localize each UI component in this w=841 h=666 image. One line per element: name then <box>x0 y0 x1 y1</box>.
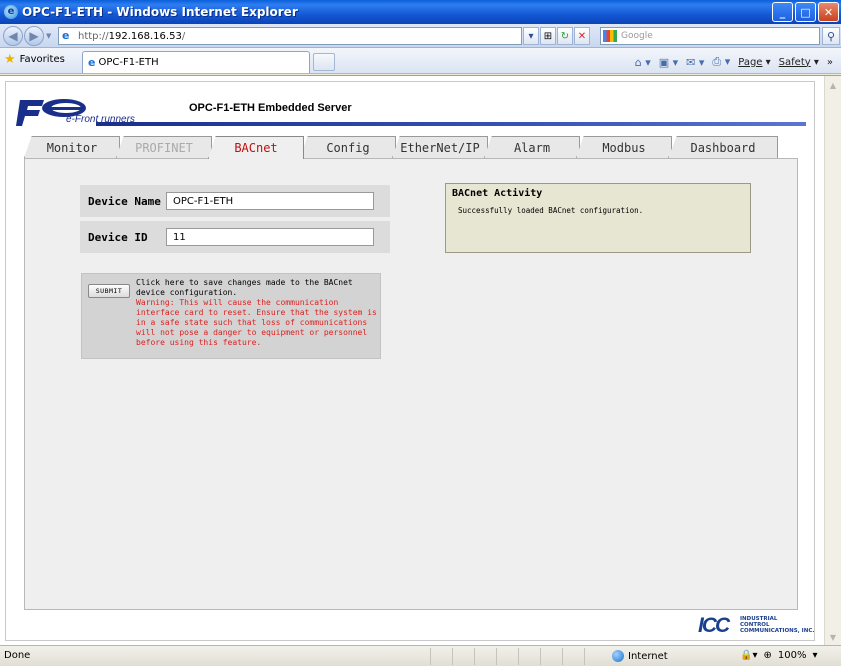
header-divider <box>96 122 806 126</box>
feeds-icon[interactable]: ▣ ▾ <box>659 56 678 69</box>
window-title: OPC-F1-ETH - Windows Internet Explorer <box>22 5 298 19</box>
window-title-bar: e OPC-F1-ETH - Windows Internet Explorer… <box>0 0 841 24</box>
back-arrow-icon: ◀ <box>8 29 18 43</box>
activity-box: BACnet Activity Successfully loaded BACn… <box>445 183 751 253</box>
tab-bacnet[interactable]: BACnet <box>208 136 304 159</box>
page-header: e-Front runners OPC-F1-ETH Embedded Serv… <box>16 94 806 130</box>
magnifier-icon: ⚲ <box>826 29 836 43</box>
url-dropdown-icon[interactable]: ▾ <box>523 27 539 45</box>
zone-label: Internet <box>628 650 668 662</box>
tab-monitor[interactable]: Monitor <box>24 136 120 158</box>
safety-menu[interactable]: Safety ▾ <box>779 57 819 68</box>
tab-config[interactable]: Config <box>300 136 396 158</box>
page-icon: e <box>62 29 70 42</box>
compatibility-icon[interactable]: ⊞ <box>540 27 556 45</box>
favorites-bar: ★ Favorites e OPC-F1-ETH ⌂ ▾ ▣ ▾ ✉ ▾ ⎙ ▾… <box>0 48 841 74</box>
activity-title: BACnet Activity <box>452 188 543 199</box>
tab-ethernet-ip[interactable]: EtherNet/IP <box>392 136 488 158</box>
url-input[interactable]: e http://192.168.16.53/ <box>58 27 522 45</box>
refresh-icon[interactable]: ↻ <box>557 27 573 45</box>
stop-icon[interactable]: ✕ <box>574 27 590 45</box>
zoom-dropdown-icon[interactable]: ▾ <box>812 650 817 661</box>
icc-logo: ICC INDUSTRIAL CONTROL COMMUNICATIONS, I… <box>698 612 818 638</box>
warning-text: Warning: This will cause the communicati… <box>136 298 377 347</box>
close-button[interactable]: ✕ <box>818 2 839 22</box>
vertical-scrollbar[interactable]: ▲ ▼ <box>824 76 841 646</box>
google-icon <box>603 30 617 42</box>
new-tab-button[interactable] <box>313 53 335 71</box>
page-viewport: e-Front runners OPC-F1-ETH Embedded Serv… <box>0 75 841 646</box>
url-text: http://192.168.16.53/ <box>78 30 186 42</box>
maximize-button[interactable]: □ <box>795 2 816 22</box>
tab-profinet: PROFINET <box>116 136 212 158</box>
bacnet-panel: Device Name Device ID SUBMIT Click here … <box>24 158 798 610</box>
mail-icon[interactable]: ✉ ▾ <box>686 56 704 69</box>
device-name-label: Device Name <box>88 194 161 208</box>
page-title: OPC-F1-ETH Embedded Server <box>189 102 352 114</box>
zoom-control[interactable]: 🔒▾ ⊕ 100% ▾ <box>740 650 818 661</box>
forward-button[interactable]: ▶ <box>24 26 44 46</box>
device-id-row: Device ID <box>80 221 390 253</box>
device-id-label: Device ID <box>88 230 148 244</box>
icc-logo-mark: ICC <box>698 614 730 637</box>
search-input[interactable]: Google <box>600 27 820 45</box>
device-id-input[interactable] <box>166 228 374 246</box>
browser-tab-title: OPC-F1-ETH <box>98 57 159 68</box>
submit-button[interactable]: SUBMIT <box>88 284 130 298</box>
status-bar: Done Internet 🔒▾ ⊕ 100% ▾ <box>0 645 841 666</box>
chevron-icon[interactable]: » <box>827 57 833 68</box>
submit-panel: SUBMIT Click here to save changes made t… <box>81 273 381 359</box>
search-button[interactable]: ⚲ <box>822 27 840 45</box>
device-name-row: Device Name <box>80 185 390 217</box>
zoom-icon: ⊕ <box>763 650 772 661</box>
submit-description: Click here to save changes made to the B… <box>136 278 380 348</box>
url-controls: ▾ ⊞ ↻ ✕ <box>523 27 590 45</box>
print-icon[interactable]: ⎙ ▾ <box>712 55 730 69</box>
favorites-label: Favorites <box>19 54 65 65</box>
search-placeholder: Google <box>621 31 653 41</box>
icc-logo-text: INDUSTRIAL CONTROL COMMUNICATIONS, INC. <box>740 616 815 634</box>
history-dropdown-icon[interactable]: ▼ <box>46 32 51 40</box>
page-frame: e-Front runners OPC-F1-ETH Embedded Serv… <box>5 81 815 641</box>
tab-dashboard[interactable]: Dashboard <box>668 136 778 158</box>
back-button[interactable]: ◀ <box>3 26 23 46</box>
scroll-down-icon[interactable]: ▼ <box>826 630 840 644</box>
page-icon: e <box>88 56 96 69</box>
ie-logo-icon: e <box>4 5 18 19</box>
status-cells <box>430 648 606 665</box>
minimize-button[interactable]: _ <box>772 2 793 22</box>
browser-tab[interactable]: e OPC-F1-ETH <box>82 51 310 73</box>
tab-bar: Monitor PROFINET BACnet Config EtherNet/… <box>24 136 814 159</box>
tab-modbus[interactable]: Modbus <box>576 136 672 158</box>
page-menu[interactable]: Page ▾ <box>738 57 770 68</box>
zoom-level: 100% <box>777 650 807 661</box>
status-text: Done <box>4 650 31 661</box>
address-bar: ◀ ▶ ▼ e http://192.168.16.53/ ▾ ⊞ ↻ ✕ Go… <box>0 24 841 48</box>
command-bar: ⌂ ▾ ▣ ▾ ✉ ▾ ⎙ ▾ Page ▾ Safety ▾ » <box>635 55 833 69</box>
scroll-up-icon[interactable]: ▲ <box>826 78 840 92</box>
window-controls: _ □ ✕ <box>772 2 839 22</box>
tab-alarm[interactable]: Alarm <box>484 136 580 158</box>
submit-info-text: Click here to save changes made to the B… <box>136 278 353 297</box>
security-zone[interactable]: Internet <box>612 650 668 662</box>
protected-mode-icon[interactable]: 🔒▾ <box>740 650 757 661</box>
activity-message: Successfully loaded BACnet configuration… <box>458 206 644 215</box>
star-icon: ★ <box>4 52 16 67</box>
home-icon[interactable]: ⌂ ▾ <box>635 56 651 69</box>
globe-icon <box>612 650 624 662</box>
forward-arrow-icon: ▶ <box>29 29 39 43</box>
favorites-button[interactable]: ★ Favorites <box>4 53 65 66</box>
device-name-input[interactable] <box>166 192 374 210</box>
